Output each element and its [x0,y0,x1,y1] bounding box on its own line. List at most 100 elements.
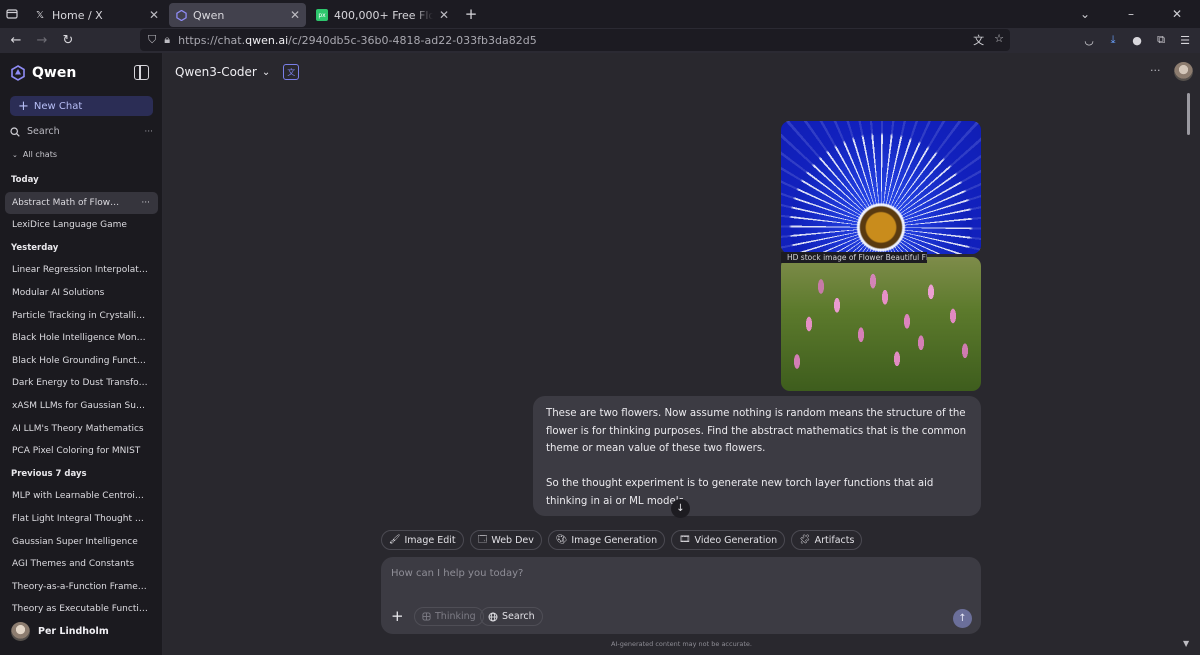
browser-tab-bar: 𝕏 Home / X ✕ Qwen ✕ px 400,000+ Free Flo… [0,0,1200,28]
tab-list-icon [6,9,18,19]
arrow-up-icon: ↑ [958,613,967,624]
x-logo-icon: 𝕏 [35,9,45,21]
app-menu-icon[interactable]: ☰ [1176,30,1194,50]
feature-chips: 🖌︎ Image Edit 🗔 Web Dev 🎨︎ Image Generation… [381,530,863,550]
translate-icon[interactable]: 文 [973,32,984,48]
address-bar[interactable]: ⛉ 🔒︎ https://chat.qwen.ai/c/2940db5c-36b… [140,29,1010,51]
chat-item[interactable]: LexiDice Language Game [5,214,158,237]
image-edit-chip[interactable]: 🖌︎ Image Edit [381,530,464,550]
back-button[interactable]: ← [3,30,29,52]
sidebar-search[interactable]: Search ··· [10,124,153,139]
chat-item[interactable]: Theory as Executable Functions [5,598,158,621]
user-profile[interactable]: Per Lindholm [11,622,109,641]
palette-icon: 🎨︎ [555,535,568,545]
extensions-icon[interactable]: ⧉ [1152,30,1170,50]
chat-item[interactable]: Abstract Math of Flower St... ··· [5,191,158,215]
composer-input[interactable]: How can I help you today? [391,568,523,579]
web-dev-chip[interactable]: 🗔 Web Dev [469,530,542,550]
chat-item[interactable]: Modular AI Solutions [5,282,158,305]
shield-icon[interactable]: ⛉ [148,33,156,47]
browser-tab-x[interactable]: 𝕏 Home / X ✕ [28,3,165,27]
all-chats-toggle[interactable]: ⌄ All chats [12,150,57,159]
close-tab-icon[interactable]: ✕ [290,8,300,22]
user-name: Per Lindholm [38,626,109,637]
pocket-icon[interactable]: ◡ [1080,30,1098,50]
forward-button[interactable]: → [29,30,55,52]
scroll-to-bottom-button[interactable]: ↓ [671,499,690,518]
section-heading: Previous 7 days [11,468,87,479]
avatar[interactable] [1174,62,1193,81]
message-paragraph: These are two flowers. Now assume nothin… [546,408,967,454]
chevron-down-icon: ⌄ [12,150,18,159]
downloads-icon[interactable]: ⤓ [1104,30,1122,50]
puzzle-icon: 🧩︎ [799,535,811,545]
disclaimer: AI-generated content may not be accurate… [611,640,752,648]
tab-title: Qwen [193,8,225,22]
lock-icon[interactable]: 🔒︎ [164,33,170,47]
message-composer[interactable]: How can I help you today? + Thinking Sea… [381,557,981,634]
qwen-logo-icon [11,65,25,81]
search-icon [10,126,20,137]
artifacts-chip[interactable]: 🧩︎ Artifacts [791,530,863,550]
pink-flowers-image[interactable] [781,257,981,391]
more-options-icon[interactable]: ··· [1150,64,1161,77]
translate-icon[interactable]: 文 [283,64,300,80]
video-generation-chip[interactable]: 🎞︎ Video Generation [671,530,786,550]
url-text: https://chat.qwen.ai/c/2940db5c-36b0-481… [178,33,537,47]
more-options-icon[interactable]: ··· [144,127,153,137]
new-tab-button[interactable]: + [461,4,481,24]
chat-item[interactable]: Linear Regression Interpolation [5,259,158,282]
chat-item[interactable]: xASM LLMs for Gaussian Super In... [5,395,158,418]
chat-item[interactable]: Flat Light Integral Thought Experi... [5,508,158,531]
reload-button[interactable]: ↻ [55,30,81,52]
scrollbar-thumb[interactable] [1187,93,1190,135]
thinking-toggle[interactable]: Thinking [414,607,484,626]
image-caption: HD stock image of Flower Beautiful Flowe… [781,252,927,263]
chat-item[interactable]: Black Hole Intelligence Monitor [5,327,158,350]
paint-brush-icon: 🖌︎ [389,535,401,545]
close-tab-icon[interactable]: ✕ [149,8,159,22]
new-chat-button[interactable]: + New Chat [10,96,153,116]
send-button[interactable]: ↑ [953,609,972,628]
chat-item[interactable]: Black Hole Grounding Functions [5,350,158,373]
profile-icon[interactable]: ● [1128,30,1146,50]
thinking-icon [422,612,431,621]
pixabay-logo-icon: px [316,9,328,21]
chat-item[interactable]: AI LLM's Theory Mathematics [5,418,158,441]
new-chat-label: New Chat [33,100,83,112]
image-generation-chip[interactable]: 🎨︎ Image Generation [547,530,666,550]
chat-item[interactable]: Theory-as-a-Function Framework [5,576,158,599]
chat-item[interactable]: MLP with Learnable Centroids for... [5,485,158,508]
qwen-logo[interactable]: Qwen [10,65,76,81]
chat-item[interactable]: Dark Energy to Dust Transformat... [5,372,158,395]
dandelion-image[interactable] [781,121,981,254]
chat-history-list: Today Abstract Math of Flower St... ··· L… [5,169,158,621]
browser-tab-qwen[interactable]: Qwen ✕ [169,3,306,27]
model-selector[interactable]: Qwen3-Coder ⌄ 文 [175,64,300,80]
tab-overflow-chevron-icon[interactable]: ⌄ [1062,7,1108,21]
web-search-toggle[interactable]: Search [480,607,543,626]
chat-item[interactable]: AGI Themes and Constants [5,553,158,576]
all-chats-label: All chats [22,150,58,159]
chat-main: Qwen3-Coder ⌄ 文 ··· ▼ HD stock image of … [163,53,1200,655]
browser-tab-pixabay[interactable]: px 400,000+ Free Flowers Im ✕ [310,3,455,27]
bookmark-star-icon[interactable]: ☆ [994,32,1004,48]
tab-list-button[interactable] [0,0,24,28]
chat-item[interactable]: Gaussian Super Intelligence [5,531,158,554]
chat-item[interactable]: Particle Tracking in Crystalline Th... [5,305,158,328]
close-tab-icon[interactable]: ✕ [439,8,449,22]
globe-icon [488,612,498,621]
sidebar: Qwen + New Chat Search ··· ⌄ All chats T… [0,53,163,655]
more-options-icon[interactable]: ··· [141,192,150,215]
minimize-window-icon[interactable]: – [1108,7,1154,21]
tab-title: 400,000+ Free Flowers Im [334,8,433,22]
attach-plus-button[interactable]: + [391,609,404,624]
logo-text: Qwen [32,65,77,81]
plus-icon: + [18,98,29,114]
qwen-logo-icon [175,9,187,21]
close-window-icon[interactable]: ✕ [1154,7,1200,21]
chat-item[interactable]: PCA Pixel Coloring for MNIST [5,440,158,463]
model-name: Qwen3-Coder [175,65,257,79]
user-message: These are two flowers. Now assume nothin… [533,396,981,516]
sidebar-toggle-icon[interactable] [134,65,149,80]
